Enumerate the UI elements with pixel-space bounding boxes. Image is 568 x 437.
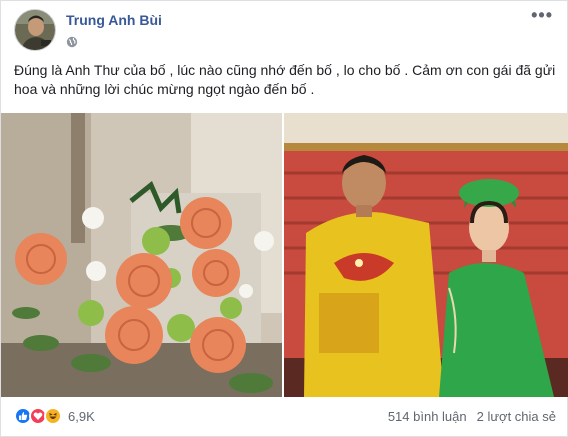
- comments-count-link[interactable]: 514 bình luận: [388, 409, 467, 424]
- more-options-button[interactable]: •••: [531, 5, 553, 26]
- author-name[interactable]: Trung Anh Bùi: [66, 11, 162, 29]
- reaction-count: 6,9K: [68, 408, 95, 424]
- haha-icon: [44, 407, 62, 425]
- couple-traditional-dress-photo[interactable]: [284, 113, 568, 397]
- photo-grid: [1, 113, 568, 397]
- post-header: Trung Anh Bùi: [14, 9, 162, 51]
- engagement-stats: 514 bình luận 2 lượt chia sẻ: [388, 409, 556, 424]
- post-footer: 6,9K 514 bình luận 2 lượt chia sẻ: [14, 403, 556, 429]
- flower-bouquet-photo[interactable]: [1, 113, 282, 397]
- reactions-summary[interactable]: 6,9K: [14, 407, 95, 425]
- shares-count-link[interactable]: 2 lượt chia sẻ: [477, 409, 556, 424]
- post-text: Đúng là Anh Thư của bố , lúc nào cũng nh…: [14, 62, 556, 97]
- post-card: Trung Anh Bùi ••• Đúng là Anh Thư của bố…: [0, 0, 568, 437]
- globe-icon[interactable]: [66, 35, 78, 48]
- author-avatar[interactable]: [14, 9, 56, 51]
